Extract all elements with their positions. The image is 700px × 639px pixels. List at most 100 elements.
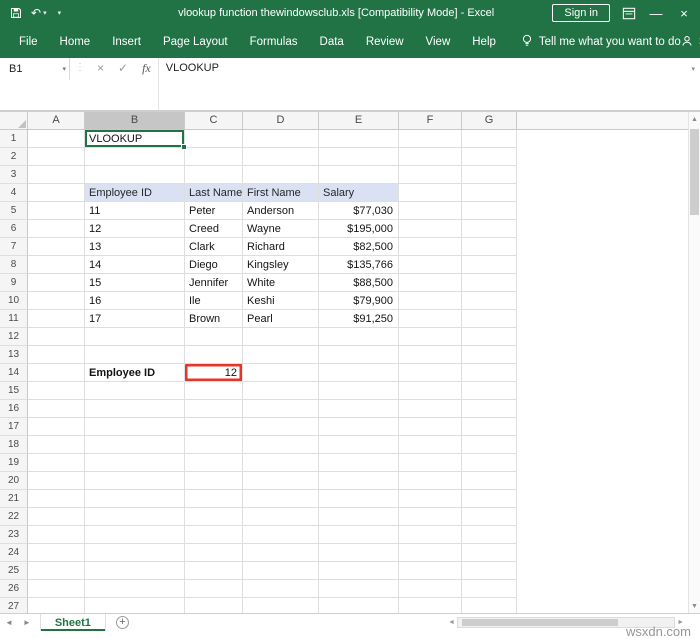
new-sheet-button[interactable]: + [115,616,129,629]
cell-F9[interactable] [399,274,462,292]
tab-view[interactable]: View [415,26,462,58]
cell-A3[interactable] [28,166,85,184]
cell-C10[interactable]: Ile [185,292,243,310]
row-header-2[interactable]: 2 [0,148,28,166]
tell-me-box[interactable]: Tell me what you want to do [521,34,681,50]
cell-G1[interactable] [462,130,517,148]
cell-C2[interactable] [185,148,243,166]
cell-B10[interactable]: 16 [85,292,185,310]
cell-G22[interactable] [462,508,517,526]
cell-E14[interactable] [319,364,399,382]
row-header-18[interactable]: 18 [0,436,28,454]
cell-B24[interactable] [85,544,185,562]
cell-E13[interactable] [319,346,399,364]
cell-E27[interactable] [319,598,399,613]
cell-G11[interactable] [462,310,517,328]
cell-C17[interactable] [185,418,243,436]
cell-F12[interactable] [399,328,462,346]
cell-C20[interactable] [185,472,243,490]
cell-F24[interactable] [399,544,462,562]
cell-F22[interactable] [399,508,462,526]
cell-D13[interactable] [243,346,319,364]
cell-A25[interactable] [28,562,85,580]
cell-A12[interactable] [28,328,85,346]
cell-E10[interactable]: $79,900 [319,292,399,310]
cell-A9[interactable] [28,274,85,292]
row-header-13[interactable]: 13 [0,346,28,364]
row-header-4[interactable]: 4 [0,184,28,202]
cell-C22[interactable] [185,508,243,526]
row-header-5[interactable]: 5 [0,202,28,220]
cell-E19[interactable] [319,454,399,472]
cell-G15[interactable] [462,382,517,400]
row-header-24[interactable]: 24 [0,544,28,562]
cell-E12[interactable] [319,328,399,346]
cell-A7[interactable] [28,238,85,256]
cell-E23[interactable] [319,526,399,544]
row-header-15[interactable]: 15 [0,382,28,400]
cell-D5[interactable]: Anderson [243,202,319,220]
cell-A1[interactable] [28,130,85,148]
cell-E9[interactable]: $88,500 [319,274,399,292]
cell-F2[interactable] [399,148,462,166]
row-header-11[interactable]: 11 [0,310,28,328]
cell-F23[interactable] [399,526,462,544]
cell-A23[interactable] [28,526,85,544]
sign-in-button[interactable]: Sign in [552,4,610,22]
cell-G20[interactable] [462,472,517,490]
cell-C6[interactable]: Creed [185,220,243,238]
cell-E6[interactable]: $195,000 [319,220,399,238]
cell-C16[interactable] [185,400,243,418]
cell-E11[interactable]: $91,250 [319,310,399,328]
cell-G5[interactable] [462,202,517,220]
cell-B5[interactable]: 11 [85,202,185,220]
cell-B27[interactable] [85,598,185,613]
tab-insert[interactable]: Insert [101,26,152,58]
cell-F1[interactable] [399,130,462,148]
vertical-scroll-thumb[interactable] [690,129,699,215]
cell-C7[interactable]: Clark [185,238,243,256]
cell-B6[interactable]: 12 [85,220,185,238]
cell-C14[interactable]: 12 [185,364,243,382]
cell-D14[interactable] [243,364,319,382]
cell-A4[interactable] [28,184,85,202]
row-header-14[interactable]: 14 [0,364,28,382]
column-header-B[interactable]: B [85,112,185,130]
cell-D3[interactable] [243,166,319,184]
cell-D25[interactable] [243,562,319,580]
cell-A2[interactable] [28,148,85,166]
cell-A22[interactable] [28,508,85,526]
cell-D26[interactable] [243,580,319,598]
cell-B12[interactable] [85,328,185,346]
cell-F26[interactable] [399,580,462,598]
cell-C8[interactable]: Diego [185,256,243,274]
tab-home[interactable]: Home [49,26,102,58]
cell-D24[interactable] [243,544,319,562]
cell-B21[interactable] [85,490,185,508]
cell-B14[interactable]: Employee ID [85,364,185,382]
cell-F20[interactable] [399,472,462,490]
column-header-E[interactable]: E [319,112,399,130]
column-header-F[interactable]: F [399,112,462,130]
row-header-26[interactable]: 26 [0,580,28,598]
row-header-10[interactable]: 10 [0,292,28,310]
cell-G12[interactable] [462,328,517,346]
cell-A19[interactable] [28,454,85,472]
cell-D15[interactable] [243,382,319,400]
cell-C13[interactable] [185,346,243,364]
cell-B8[interactable]: 14 [85,256,185,274]
cell-E16[interactable] [319,400,399,418]
fill-handle[interactable] [181,144,187,150]
row-header-1[interactable]: 1 [0,130,28,148]
row-header-16[interactable]: 16 [0,400,28,418]
cell-F18[interactable] [399,436,462,454]
row-header-3[interactable]: 3 [0,166,28,184]
cell-E21[interactable] [319,490,399,508]
sheet-tab-sheet1[interactable]: Sheet1 [39,614,106,631]
cell-F6[interactable] [399,220,462,238]
cell-F19[interactable] [399,454,462,472]
scroll-up-icon[interactable]: ▲ [689,112,700,123]
cell-D11[interactable]: Pearl [243,310,319,328]
cell-F15[interactable] [399,382,462,400]
cell-B2[interactable] [85,148,185,166]
